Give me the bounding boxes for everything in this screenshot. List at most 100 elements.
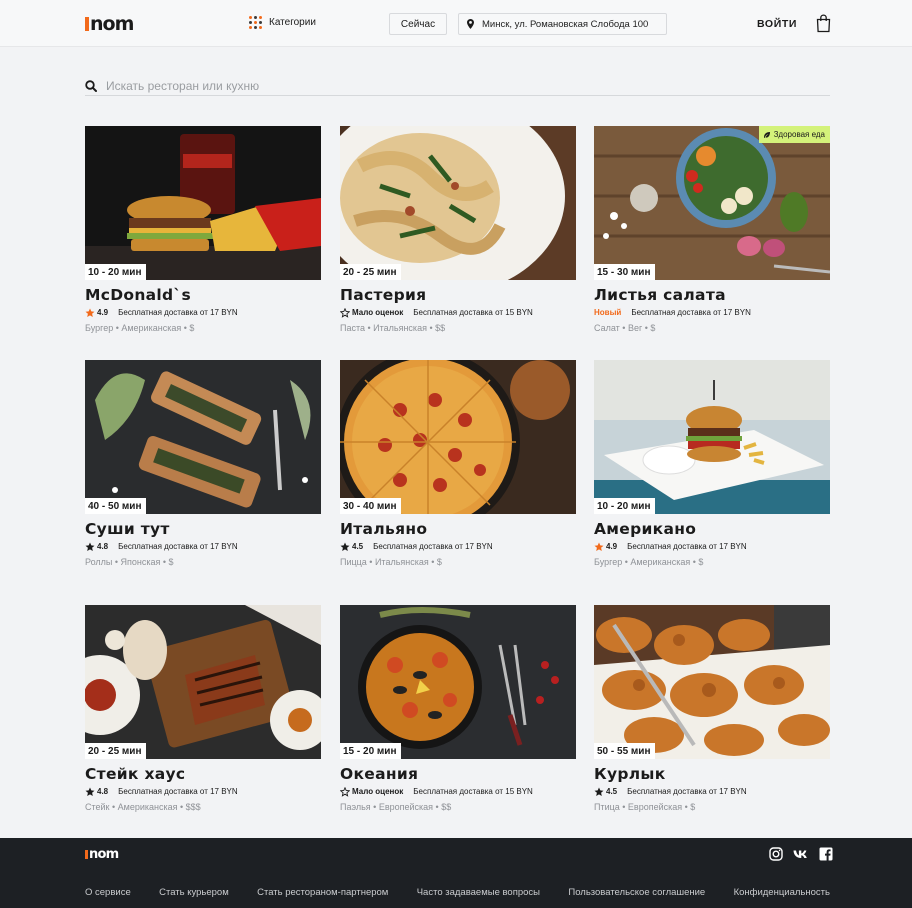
login-button[interactable]: ВОЙТИ bbox=[757, 18, 797, 30]
cuisine-tags: Птица • Европейская • $ bbox=[594, 802, 696, 812]
footer-links: О сервисе Стать курьером Стать ресторано… bbox=[85, 887, 830, 898]
rating-value: 4.8 bbox=[97, 542, 109, 551]
search-input[interactable] bbox=[106, 78, 706, 94]
search-bar[interactable] bbox=[85, 78, 830, 96]
restaurant-card[interactable]: 30 - 40 мин Итальяно 4.5 Бесплатная дост… bbox=[340, 360, 576, 567]
footer-logo[interactable]: nom bbox=[85, 847, 119, 862]
footer-link-partner[interactable]: Стать рестораном-партнером bbox=[257, 887, 388, 898]
star-icon bbox=[85, 308, 95, 317]
new-badge: Новый bbox=[594, 308, 622, 317]
delivery-time-badge: 20 - 25 мин bbox=[340, 264, 401, 280]
restaurant-card[interactable]: 50 - 55 мин Курлык 4.5 Бесплатная достав… bbox=[594, 605, 830, 812]
delivery-time-badge: 10 - 20 мин bbox=[594, 498, 655, 514]
vk-icon[interactable] bbox=[793, 847, 809, 861]
cuisine-tags: Стейк • Американская • $$$ bbox=[85, 802, 201, 812]
delivery-time-badge: 15 - 30 мин bbox=[594, 264, 655, 280]
footer-link-faq[interactable]: Часто задаваемые вопросы bbox=[417, 887, 540, 898]
cuisine-tags: Паста • Итальянская • $$ bbox=[340, 323, 446, 333]
restaurant-photo: 20 - 25 мин bbox=[340, 126, 576, 280]
rating-value: 4.9 bbox=[97, 308, 109, 317]
rating-value: Мало оценок bbox=[352, 787, 404, 796]
restaurant-photo: 30 - 40 мин bbox=[340, 360, 576, 514]
star-icon bbox=[340, 542, 350, 551]
delivery-info: Бесплатная доставка от 17 BYN bbox=[118, 787, 238, 796]
footer-link-privacy[interactable]: Конфиденциальность bbox=[734, 887, 830, 898]
cuisine-tags: Салат • Вег • $ bbox=[594, 323, 656, 333]
restaurant-photo: 10 - 20 мин bbox=[594, 360, 830, 514]
star-outline-icon bbox=[340, 308, 350, 318]
footer-link-courier[interactable]: Стать курьером bbox=[159, 887, 229, 898]
search-icon bbox=[85, 80, 97, 92]
restaurant-name: Американо bbox=[594, 520, 697, 538]
delivery-info: Бесплатная доставка от 17 BYN bbox=[373, 542, 493, 551]
restaurant-card[interactable]: Здоровая еда 15 - 30 мин Листья салата Н… bbox=[594, 126, 830, 333]
footer-link-about[interactable]: О сервисе bbox=[85, 887, 131, 898]
restaurant-card[interactable]: 10 - 20 мин Американо 4.9 Бесплатная дос… bbox=[594, 360, 830, 567]
cuisine-tags: Бургер • Американская • $ bbox=[85, 323, 195, 333]
rating-value: 4.5 bbox=[606, 787, 618, 796]
delivery-info: Бесплатная доставка от 15 BYN bbox=[413, 308, 533, 317]
delivery-info: Бесплатная доставка от 17 BYN bbox=[118, 308, 238, 317]
restaurant-photo: Здоровая еда 15 - 30 мин bbox=[594, 126, 830, 280]
restaurant-name: McDonald`s bbox=[85, 286, 192, 304]
star-outline-icon bbox=[340, 787, 350, 797]
cuisine-tags: Бургер • Американская • $ bbox=[594, 557, 704, 567]
restaurant-name: Пастерия bbox=[340, 286, 427, 304]
delivery-info: Бесплатная доставка от 17 BYN bbox=[118, 542, 238, 551]
cuisine-tags: Роллы • Японская • $ bbox=[85, 557, 174, 567]
restaurant-card[interactable]: 20 - 25 мин Пастерия Мало оценок Бесплат… bbox=[340, 126, 576, 333]
footer: nom О сервисе Стать курьером Стать ресто… bbox=[0, 838, 912, 908]
restaurant-card[interactable]: 40 - 50 мин Суши тут 4.8 Бесплатная дост… bbox=[85, 360, 321, 567]
categories-button[interactable]: Категории bbox=[249, 16, 316, 29]
address-field[interactable]: Минск, ул. Романовская Слобода 100 bbox=[458, 13, 667, 35]
delivery-time-badge: 10 - 20 мин bbox=[85, 264, 146, 280]
delivery-info: Бесплатная доставка от 15 BYN bbox=[413, 787, 533, 796]
grid-icon bbox=[249, 16, 262, 29]
restaurant-name: Океания bbox=[340, 765, 419, 783]
cuisine-tags: Пицца • Итальянская • $ bbox=[340, 557, 442, 567]
delivery-time-badge: 50 - 55 мин bbox=[594, 743, 655, 759]
facebook-icon[interactable] bbox=[819, 847, 833, 861]
delivery-time-badge: 40 - 50 мин bbox=[85, 498, 146, 514]
rating-value: Мало оценок bbox=[352, 308, 404, 317]
star-icon bbox=[85, 787, 95, 796]
header: nom Категории Сейчас Минск, ул. Романовс… bbox=[0, 0, 912, 47]
restaurant-photo: 40 - 50 мин bbox=[85, 360, 321, 514]
logo[interactable]: nom bbox=[85, 14, 134, 34]
delivery-info: Бесплатная доставка от 17 BYN bbox=[631, 308, 751, 317]
instagram-icon[interactable] bbox=[769, 847, 783, 861]
restaurant-photo: 15 - 20 мин bbox=[340, 605, 576, 759]
star-icon bbox=[85, 542, 95, 551]
delivery-info: Бесплатная доставка от 17 BYN bbox=[627, 542, 747, 551]
category-tag-label: Здоровая еда bbox=[773, 130, 825, 139]
now-button[interactable]: Сейчас bbox=[389, 13, 447, 35]
address-text: Минск, ул. Романовская Слобода 100 bbox=[482, 18, 649, 30]
restaurant-card[interactable]: 15 - 20 мин Океания Мало оценок Бесплатн… bbox=[340, 605, 576, 812]
delivery-info: Бесплатная доставка от 17 BYN bbox=[627, 787, 747, 796]
restaurant-photo: 20 - 25 мин bbox=[85, 605, 321, 759]
rating-value: 4.8 bbox=[97, 787, 109, 796]
restaurant-name: Стейк хаус bbox=[85, 765, 186, 783]
star-icon bbox=[594, 542, 604, 551]
delivery-time-badge: 20 - 25 мин bbox=[85, 743, 146, 759]
footer-link-terms[interactable]: Пользовательское соглашение bbox=[568, 887, 705, 898]
cuisine-tags: Паэлья • Европейская • $$ bbox=[340, 802, 452, 812]
shopping-bag-icon[interactable] bbox=[816, 14, 831, 33]
leaf-icon bbox=[763, 131, 770, 138]
star-icon bbox=[594, 787, 604, 796]
rating-value: 4.5 bbox=[352, 542, 364, 551]
restaurant-name: Курлык bbox=[594, 765, 666, 783]
categories-label: Категории bbox=[269, 17, 316, 28]
restaurant-name: Листья салата bbox=[594, 286, 726, 304]
delivery-time-badge: 15 - 20 мин bbox=[340, 743, 401, 759]
category-tag: Здоровая еда bbox=[758, 126, 830, 143]
restaurant-name: Итальяно bbox=[340, 520, 428, 538]
restaurant-card[interactable]: 20 - 25 мин Стейк хаус 4.8 Бесплатная до… bbox=[85, 605, 321, 812]
rating-value: 4.9 bbox=[606, 542, 618, 551]
location-pin-icon bbox=[467, 19, 474, 29]
restaurant-name: Суши тут bbox=[85, 520, 170, 538]
delivery-time-badge: 30 - 40 мин bbox=[340, 498, 401, 514]
restaurant-card[interactable]: 10 - 20 мин McDonald`s 4.9 Бесплатная до… bbox=[85, 126, 321, 333]
social-links bbox=[769, 847, 833, 861]
restaurant-photo: 50 - 55 мин bbox=[594, 605, 830, 759]
